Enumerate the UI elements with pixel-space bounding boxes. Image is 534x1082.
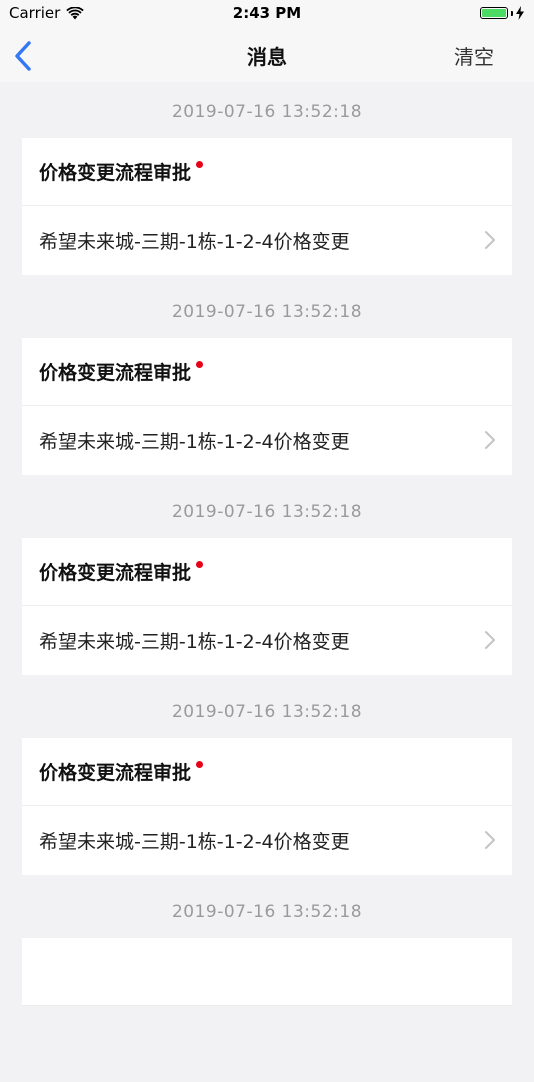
- message-timestamp: 2019-07-16 13:52:18: [171, 502, 363, 522]
- status-bar: Carrier 2:43 PM: [0, 0, 534, 28]
- message-body-row[interactable]: 希望未来城-三期-1栋-1-2-4价格变更: [22, 806, 512, 875]
- message-title-row: 价格变更流程审批: [22, 138, 512, 206]
- battery-icon: [480, 7, 508, 19]
- chevron-right-icon: [485, 431, 495, 449]
- message-card[interactable]: 价格变更流程审批 希望未来城-三期-1栋-1-2-4价格变更: [22, 138, 512, 275]
- message-group: 2019-07-16 13:52:18: [0, 882, 534, 1082]
- message-body: 希望未来城-三期-1栋-1-2-4价格变更: [39, 831, 350, 853]
- navigation-bar: 消息 清空: [0, 28, 534, 82]
- message-title-row: 价格变更流程审批: [22, 338, 512, 406]
- message-title: 价格变更流程审批: [39, 362, 192, 384]
- message-group: 2019-07-16 13:52:18 价格变更流程审批 希望未来城-三期-1栋…: [0, 482, 534, 682]
- message-group: 2019-07-16 13:52:18 价格变更流程审批 希望未来城-三期-1栋…: [0, 682, 534, 882]
- clear-button[interactable]: 清空: [454, 41, 494, 70]
- unread-dot: [196, 561, 204, 568]
- message-title: 价格变更流程审批: [39, 162, 192, 184]
- message-list: 2019-07-16 13:52:18 价格变更流程审批 希望未来城-三期-1栋…: [0, 82, 534, 1082]
- message-body-row[interactable]: 希望未来城-三期-1栋-1-2-4价格变更: [22, 406, 512, 475]
- message-group: 2019-07-16 13:52:18 价格变更流程审批 希望未来城-三期-1栋…: [0, 282, 534, 482]
- battery-cap: [511, 10, 513, 16]
- message-title: 价格变更流程审批: [39, 762, 192, 784]
- battery-indicator: [480, 6, 524, 20]
- message-title: 价格变更流程审批: [39, 562, 192, 584]
- status-time: 2:43 PM: [232, 4, 302, 22]
- message-card[interactable]: 价格变更流程审批 希望未来城-三期-1栋-1-2-4价格变更: [22, 738, 512, 875]
- unread-dot: [196, 361, 204, 368]
- chevron-right-icon: [485, 831, 495, 849]
- chevron-right-icon: [485, 231, 495, 249]
- message-body-row[interactable]: 希望未来城-三期-1栋-1-2-4价格变更: [22, 206, 512, 275]
- message-card[interactable]: 价格变更流程审批 希望未来城-三期-1栋-1-2-4价格变更: [22, 538, 512, 675]
- message-timestamp: 2019-07-16 13:52:18: [171, 702, 363, 722]
- message-body-row[interactable]: 希望未来城-三期-1栋-1-2-4价格变更: [22, 606, 512, 675]
- chevron-right-icon: [485, 631, 495, 649]
- message-body: 希望未来城-三期-1栋-1-2-4价格变更: [39, 431, 350, 453]
- message-title-row: 价格变更流程审批: [22, 738, 512, 806]
- message-timestamp: 2019-07-16 13:52:18: [171, 902, 363, 922]
- message-timestamp: 2019-07-16 13:52:18: [171, 102, 363, 122]
- message-card[interactable]: 价格变更流程审批 希望未来城-三期-1栋-1-2-4价格变更: [22, 338, 512, 475]
- unread-dot: [196, 161, 204, 168]
- message-card[interactable]: [22, 938, 512, 1006]
- message-title-row: 价格变更流程审批: [22, 538, 512, 606]
- message-body: 希望未来城-三期-1栋-1-2-4价格变更: [39, 231, 350, 253]
- battery-level: [482, 9, 506, 17]
- unread-dot: [196, 761, 204, 768]
- message-timestamp: 2019-07-16 13:52:18: [171, 302, 363, 322]
- message-title-row: [22, 938, 512, 1006]
- message-group: 2019-07-16 13:52:18 价格变更流程审批 希望未来城-三期-1栋…: [0, 82, 534, 282]
- message-body: 希望未来城-三期-1栋-1-2-4价格变更: [39, 631, 350, 653]
- charging-bolt-icon: [516, 6, 524, 20]
